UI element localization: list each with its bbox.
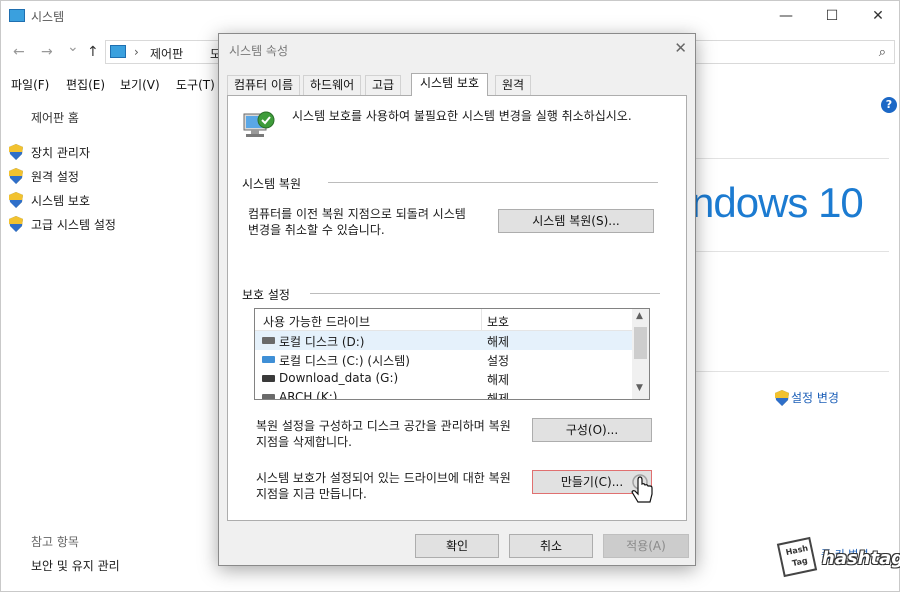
sidebar-item-device-manager[interactable]: 장치 관리자	[9, 142, 90, 162]
drive-listbox[interactable]: 사용 가능한 드라이브 보호 로컬 디스크 (D:) 해제 로컬 디스크 (C:…	[254, 308, 650, 400]
tab-computer-name[interactable]: 컴퓨터 이름	[227, 75, 301, 95]
intro-text: 시스템 보호를 사용하여 불필요한 시스템 변경을 실행 취소하십시오.	[292, 109, 632, 123]
drive-icon	[262, 394, 275, 399]
system-restore-icon	[243, 111, 275, 137]
tab-hardware[interactable]: 하드웨어	[303, 75, 362, 95]
column-header-protection[interactable]: 보호	[487, 313, 509, 330]
dialog-title: 시스템 속성	[229, 44, 289, 58]
create-description: 시스템 보호가 설정되어 있는 드라이브에 대한 복원 지점을 지금 만듭니다.	[256, 471, 511, 501]
system-protection-panel: 시스템 보호를 사용하여 불필요한 시스템 변경을 실행 취소하십시오. 시스템…	[227, 95, 687, 521]
scroll-thumb[interactable]	[634, 327, 647, 359]
apply-button[interactable]: 적용(A)	[603, 534, 689, 558]
shield-icon	[9, 216, 23, 232]
drive-icon	[262, 375, 275, 382]
breadcrumb-separator: ›	[134, 45, 139, 59]
tab-system-protection[interactable]: 시스템 보호	[411, 73, 489, 96]
control-panel-home-link[interactable]: 제어판 홈	[31, 109, 79, 126]
recent-dropdown-icon[interactable]: ⌄	[67, 39, 79, 55]
system-properties-dialog: 시스템 속성 ✕ 컴퓨터 이름 하드웨어 고급 시스템 보호 원격 시스템 보호…	[218, 33, 696, 566]
configure-description: 복원 설정을 구성하고 디스크 공간을 관리하며 복원 지점을 삭제합니다.	[256, 419, 511, 449]
breadcrumb-control-panel[interactable]: 제어판	[150, 45, 183, 62]
title-bar: 시스템 — ☐ ✕	[1, 1, 900, 33]
system-restore-button[interactable]: 시스템 복원(S)...	[498, 209, 654, 233]
scroll-down-icon[interactable]: ▼	[636, 383, 643, 393]
divider	[691, 251, 889, 252]
watermark-logo: Hash Tag	[776, 536, 818, 578]
change-settings-link[interactable]: 설정 변경	[775, 389, 839, 406]
windows-logo-text: ndows 10	[691, 179, 864, 226]
menu-tools[interactable]: 도구(T)	[176, 76, 215, 93]
drive-protection: 해제	[487, 392, 510, 400]
list-item[interactable]: ARCH (K:) 해제	[255, 388, 633, 400]
hand-cursor-icon	[631, 474, 653, 503]
related-heading: 참고 항목	[31, 535, 79, 549]
up-arrow-icon[interactable]: ↑	[87, 44, 99, 60]
drive-protection: 해제	[487, 373, 510, 387]
maximize-button[interactable]: ☐	[809, 1, 855, 33]
menu-file[interactable]: 파일(F)	[11, 76, 49, 93]
list-item[interactable]: 로컬 디스크 (D:) 해제	[255, 331, 633, 350]
sidebar-item-system-protection[interactable]: 시스템 보호	[9, 190, 90, 210]
restore-description: 컴퓨터를 이전 복원 지점으로 되돌려 시스템 변경을 취소할 수 있습니다.	[248, 207, 466, 237]
windows-drive-icon	[262, 356, 275, 363]
shield-icon	[9, 144, 23, 160]
drive-icon	[262, 337, 275, 344]
column-header-drive[interactable]: 사용 가능한 드라이브	[263, 313, 370, 330]
list-item[interactable]: 로컬 디스크 (C:) (시스템) 설정	[255, 350, 633, 369]
control-panel-icon	[110, 45, 126, 58]
forward-arrow-icon[interactable]: →	[41, 44, 53, 60]
shield-icon	[9, 192, 23, 208]
sidebar: 제어판 홈 장치 관리자 원격 설정 시스템 보호 고급 시스템 설정 참고 항…	[1, 101, 216, 593]
drive-name: 로컬 디스크 (C:) (시스템)	[279, 354, 410, 368]
list-item[interactable]: Download_data (G:) 해제	[255, 369, 633, 388]
restore-group-label: 시스템 복원	[242, 177, 302, 191]
drive-name: 로컬 디스크 (D:)	[279, 335, 365, 349]
drive-name: ARCH (K:)	[279, 390, 338, 400]
shield-icon	[775, 389, 789, 406]
close-button[interactable]: ✕	[855, 1, 900, 33]
minimize-button[interactable]: —	[763, 1, 809, 33]
sidebar-item-label: 고급 시스템 설정	[31, 217, 116, 232]
cancel-button[interactable]: 취소	[509, 534, 593, 558]
list-header: 사용 가능한 드라이브 보호	[255, 309, 633, 331]
sidebar-item-label: 원격 설정	[31, 169, 79, 184]
window-title: 시스템	[31, 10, 65, 24]
computer-icon	[9, 9, 25, 22]
shield-icon	[9, 168, 23, 184]
change-settings-label: 설정 변경	[791, 391, 839, 405]
ok-button[interactable]: 확인	[415, 534, 499, 558]
scroll-up-icon[interactable]: ▲	[636, 311, 643, 321]
divider	[691, 158, 889, 159]
protection-group-label: 보호 설정	[242, 288, 290, 302]
security-maintenance-link[interactable]: 보안 및 유지 관리	[31, 557, 120, 574]
sidebar-item-label: 시스템 보호	[31, 193, 91, 208]
tab-advanced[interactable]: 고급	[365, 75, 402, 95]
divider	[691, 371, 889, 372]
help-icon[interactable]: ?	[881, 97, 897, 113]
menu-view[interactable]: 보기(V)	[120, 76, 160, 93]
back-arrow-icon[interactable]: ←	[13, 44, 25, 60]
drive-protection: 설정	[487, 354, 510, 368]
group-divider	[328, 182, 658, 183]
dialog-close-icon[interactable]: ✕	[674, 39, 687, 57]
sidebar-item-remote-settings[interactable]: 원격 설정	[9, 166, 79, 186]
group-divider	[310, 293, 660, 294]
tab-remote[interactable]: 원격	[495, 75, 532, 95]
watermark: Hash Tag hashtag	[774, 534, 900, 586]
watermark-text: hashtag	[822, 548, 900, 569]
list-scrollbar[interactable]: ▲ ▼	[632, 309, 649, 399]
menu-edit[interactable]: 편집(E)	[66, 76, 105, 93]
configure-button[interactable]: 구성(O)...	[532, 418, 652, 442]
sidebar-item-label: 장치 관리자	[31, 145, 91, 160]
search-icon[interactable]: ⌕	[879, 45, 886, 60]
sidebar-item-advanced-settings[interactable]: 고급 시스템 설정	[9, 214, 116, 234]
drive-name: Download_data (G:)	[279, 371, 399, 385]
column-divider	[481, 309, 482, 331]
drive-protection: 해제	[487, 335, 510, 349]
